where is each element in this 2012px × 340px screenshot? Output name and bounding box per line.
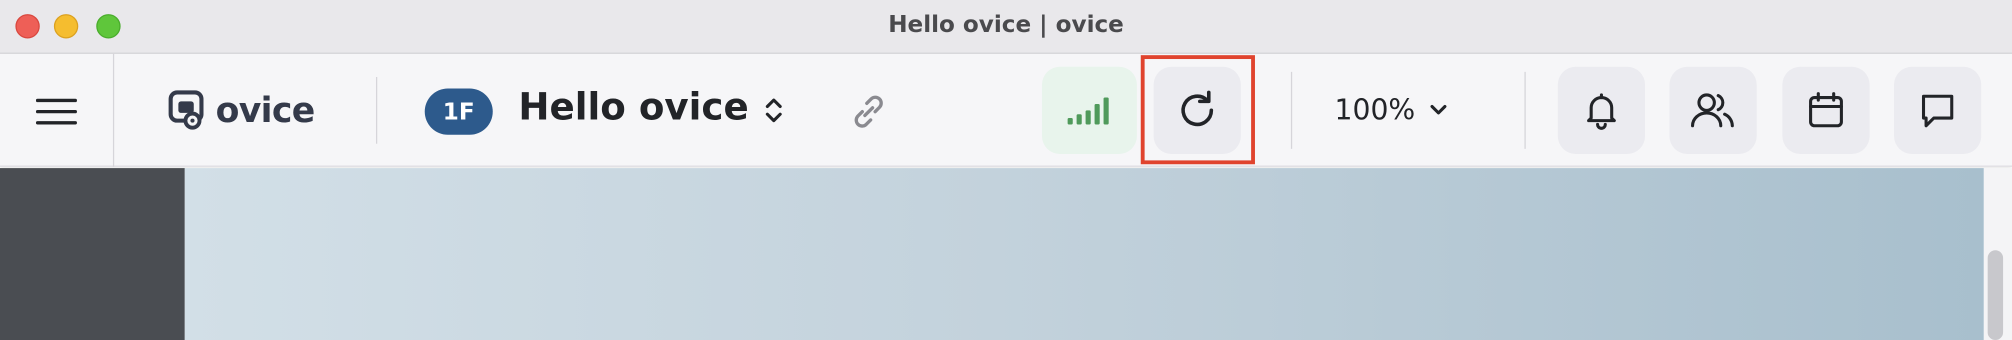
- chevron-down-icon: [1430, 104, 1447, 115]
- members-button[interactable]: [1669, 66, 1757, 154]
- toolbar-divider: [112, 53, 115, 167]
- logo-text: ovice: [215, 90, 316, 131]
- app-window: Hello ovice | ovice ovice 1F Hello ovice: [0, 0, 2012, 340]
- toolbar-divider: [1524, 71, 1526, 149]
- zoom-dropdown[interactable]: 100%: [1335, 85, 1449, 136]
- chat-button[interactable]: [1894, 66, 1982, 154]
- space-canvas[interactable]: [184, 168, 1984, 340]
- space-switch-button[interactable]: [757, 87, 790, 133]
- bell-icon: [1587, 93, 1616, 130]
- notifications-button[interactable]: [1557, 66, 1646, 154]
- zoom-level: 100%: [1334, 94, 1416, 127]
- window-titlebar: Hello ovice | ovice: [0, 0, 2012, 54]
- link-icon: [854, 95, 883, 128]
- menu-button[interactable]: [23, 82, 90, 141]
- scrollbar-thumb[interactable]: [1987, 250, 2004, 340]
- toolbar-divider: [1290, 71, 1293, 149]
- ovice-logo[interactable]: ovice: [167, 85, 315, 136]
- ovice-logo-icon: [168, 90, 204, 130]
- toolbar-divider: [375, 76, 378, 144]
- users-icon: [1691, 93, 1734, 128]
- calendar-button[interactable]: [1782, 66, 1870, 154]
- space-name[interactable]: Hello ovice: [518, 85, 748, 129]
- highlight-box: [1140, 55, 1255, 165]
- floor-badge[interactable]: 1F: [424, 88, 493, 135]
- hamburger-menu-icon: [35, 98, 77, 125]
- top-toolbar: ovice 1F Hello ovice 100%: [0, 53, 2012, 167]
- connection-status-button[interactable]: [1041, 66, 1137, 154]
- chat-bubble-icon: [1921, 94, 1954, 128]
- signal-strength-icon: [1067, 97, 1109, 125]
- left-side-panel: [0, 168, 185, 340]
- main-content: [0, 168, 2012, 340]
- window-title: Hello ovice | ovice: [888, 11, 1124, 39]
- calendar-icon: [1809, 92, 1843, 128]
- chevron-up-down-icon: [765, 98, 782, 123]
- copy-link-button[interactable]: [842, 86, 896, 137]
